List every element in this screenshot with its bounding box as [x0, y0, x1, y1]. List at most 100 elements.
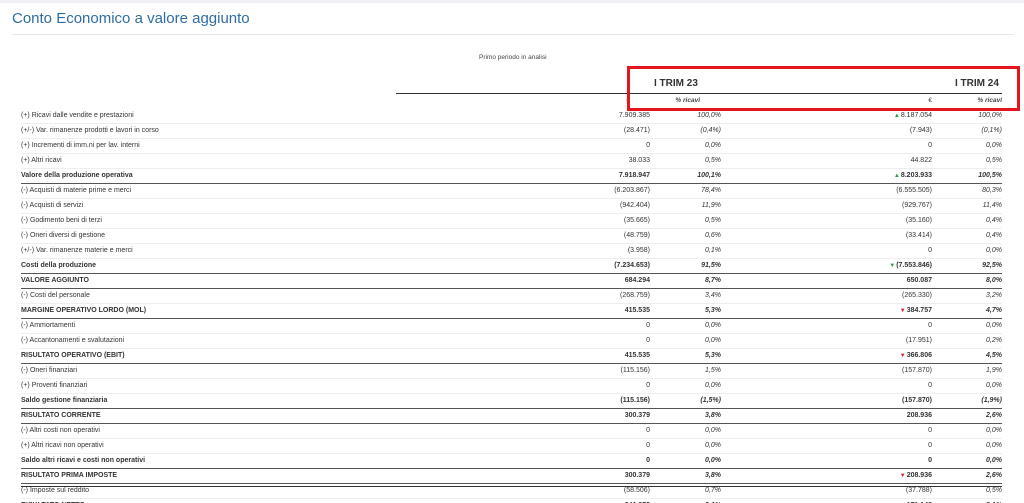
value-period1-text: 0 — [646, 457, 650, 464]
pct-period2-text: 0,0% — [986, 322, 1002, 329]
row-label: (-) Altri costi non operativi — [21, 423, 421, 439]
value-period2: ▼(7.553.846) — [721, 258, 932, 274]
pct-period1: 3,8% — [650, 408, 721, 424]
row-label: RISULTATO PRIMA IMPOSTE — [21, 468, 421, 484]
title-divider — [12, 34, 1014, 35]
row-label: (-) Ammortamenti — [21, 318, 421, 334]
row-label: Saldo gestione finanziaria — [21, 393, 421, 409]
value-period2-text: (7.553.846) — [896, 262, 932, 269]
value-period2: ▲8.203.933 — [721, 168, 932, 184]
row-label-text: (+/-) Var. rimanenze materie e merci — [21, 247, 133, 254]
row-label: (+) Proventi finanziari — [21, 378, 421, 394]
row-label: RISULTATO OPERATIVO (EBIT) — [21, 348, 421, 364]
table-row: (-) Oneri finanziari (115.156) 1,5% (157.87… — [21, 363, 1002, 379]
pct-period1: 91,5% — [650, 258, 721, 274]
pct-period2-text: 0,5% — [986, 157, 1002, 164]
pct-period2: 0,0% — [932, 438, 1002, 454]
value-period1-text: 7.918.947 — [618, 172, 650, 179]
pct-period1-text: 3,8% — [705, 472, 721, 479]
value-period2-text: 0 — [928, 427, 932, 434]
row-label-text: (-) Godimento beni di terzi — [21, 217, 102, 224]
value-period1-text: 0 — [646, 427, 650, 434]
table-row: (-) Ammortamenti 0 0,0% 0 0,0% — [21, 318, 1002, 334]
table-row: (+) Altri ricavi non operativi 0 0,0% 0 0,0% — [21, 438, 1002, 454]
pct-period2-text: 0,4% — [986, 217, 1002, 224]
row-label: Saldo altri ricavi e costi non operativi — [21, 453, 421, 469]
value-period2-text: 44.822 — [910, 157, 932, 164]
value-period1: 300.379 — [421, 468, 650, 484]
row-label-text: (+) Proventi finanziari — [21, 382, 88, 389]
pct-period1-text: 91,5% — [701, 262, 721, 269]
table-row: RISULTATO PRIMA IMPOSTE 300.379 3,8% ▼208.9… — [21, 468, 1002, 484]
pct-period1: 100,0% — [650, 109, 721, 124]
value-period2-text: (265.330) — [902, 292, 932, 299]
value-period2: 0 — [721, 423, 932, 439]
value-period2: (6.555.505) — [721, 183, 932, 199]
value-period2-text: 0 — [928, 142, 932, 149]
arrow-down-icon: ▼ — [899, 473, 906, 479]
value-period1-text: (28.471) — [623, 127, 650, 134]
table-row: (+) Proventi finanziari 0 0,0% 0 0,0% — [21, 378, 1002, 394]
table-row: (-) Altri costi non operativi 0 0,0% 0 0,0% — [21, 423, 1002, 439]
pct-period2: 0,2% — [932, 333, 1002, 349]
table-row: Valore della produzione operativa 7.918.9… — [21, 168, 1002, 184]
pct-period1-text: 0,5% — [705, 217, 721, 224]
value-period1-text: 0 — [646, 382, 650, 389]
pct-period1: 5,3% — [650, 303, 721, 319]
arrow-up-icon: ▲ — [893, 173, 900, 179]
value-period2: ▼171.148 — [721, 498, 932, 503]
pct-period1: 3,1% — [650, 498, 721, 503]
pct-period1: 8,7% — [650, 273, 721, 289]
value-period1: (7.234.653) — [421, 258, 650, 274]
value-period1: 300.379 — [421, 408, 650, 424]
table-row: VALORE AGGIUNTO 684.294 8,7% 650.087 8,0% — [21, 273, 1002, 289]
pct-period2-text: 2,6% — [986, 472, 1002, 479]
pct-period1-text: 3,4% — [705, 292, 721, 299]
pct-period2: 2,6% — [932, 468, 1002, 484]
pct-period1-text: (0,4%) — [700, 127, 721, 134]
row-label: (+) Ricavi dalle vendite e prestazioni — [21, 109, 421, 124]
value-period2-text: (37.788) — [905, 487, 932, 494]
arrow-down-icon: ▼ — [899, 308, 906, 314]
table-row: Costi della produzione (7.234.653) 91,5% ▼(… — [21, 258, 1002, 274]
value-period1-text: 415.535 — [624, 307, 650, 314]
pct-period2: 3,2% — [932, 288, 1002, 304]
pct-period2: (0,1%) — [932, 123, 1002, 139]
value-period1-text: (942.404) — [620, 202, 650, 209]
row-label-text: (-) Altri costi non operativi — [21, 427, 100, 434]
row-label-text: MARGINE OPERATIVO LORDO (MOL) — [21, 307, 147, 314]
pct-period1-text: 0,6% — [705, 232, 721, 239]
table-row: Saldo altri ricavi e costi non operativi… — [21, 453, 1002, 469]
pct-period2-text: 2,6% — [986, 412, 1002, 419]
row-label-text: Saldo altri ricavi e costi non operativi — [21, 457, 146, 464]
value-period1-text: (35.665) — [623, 217, 650, 224]
row-label-text: Costi della produzione — [21, 262, 97, 269]
row-label-text: (-) Oneri diversi di gestione — [21, 232, 106, 239]
top-bar — [0, 0, 1024, 3]
row-label-text: (-) Acquisti di servizi — [21, 202, 84, 209]
row-label-text: (-) Acquisti di materie prime e merci — [21, 187, 132, 194]
arrow-up-icon: ▲ — [893, 113, 900, 119]
pct-period1-text: 3,8% — [705, 412, 721, 419]
value-period2-text: 208.936 — [906, 472, 932, 479]
value-period1: 0 — [421, 423, 650, 439]
pct-period2: 1,9% — [932, 363, 1002, 379]
pct-period2: 0,0% — [932, 453, 1002, 469]
value-period2-text: 384.757 — [906, 307, 932, 314]
value-period2: 650.087 — [721, 273, 932, 289]
pct-period1-text: 78,4% — [701, 187, 721, 194]
row-label: Valore della produzione operativa — [21, 168, 421, 184]
value-period1-text: (58.506) — [623, 487, 650, 494]
value-period1: (268.759) — [421, 288, 650, 304]
row-label-text: VALORE AGGIUNTO — [21, 277, 89, 284]
value-period2-text: 8.203.933 — [900, 172, 932, 179]
row-label: Costi della produzione — [21, 258, 421, 274]
pct-period2: 0,0% — [932, 378, 1002, 394]
pct-period1: 78,4% — [650, 183, 721, 199]
value-period2-text: (7.943) — [909, 127, 932, 134]
value-period2-text: (6.555.505) — [896, 187, 932, 194]
value-period2: (35.160) — [721, 213, 932, 229]
row-label-text: (+) Altri ricavi — [21, 157, 62, 164]
pct-period2: 0,5% — [932, 153, 1002, 169]
row-label: RISULTATO CORRENTE — [21, 408, 421, 424]
